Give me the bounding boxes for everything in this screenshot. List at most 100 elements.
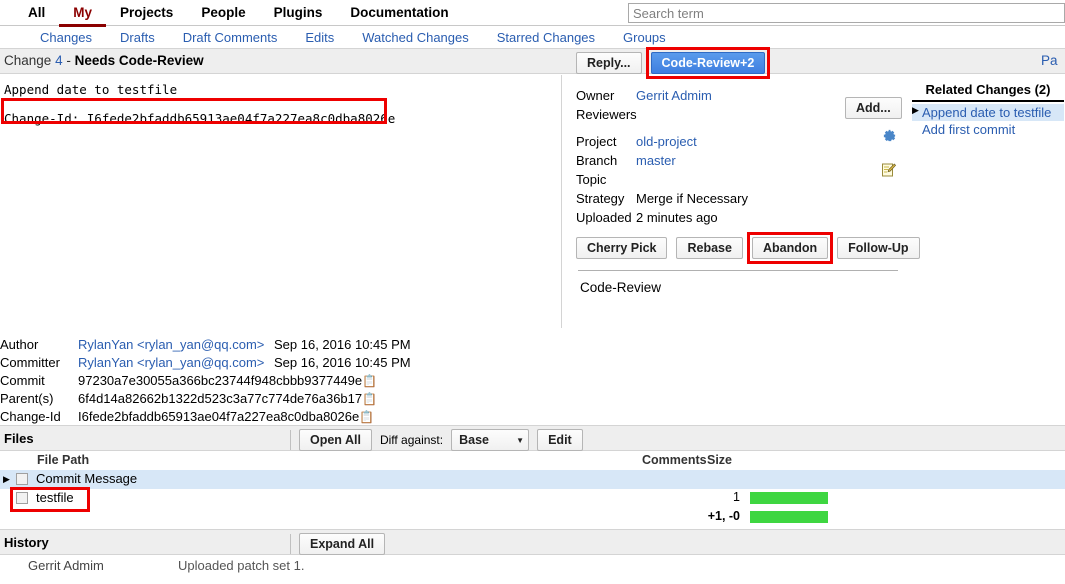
commit-message-change-id: Change-Id: I6fede2bfaddb65913ae04f7a227e… (4, 111, 396, 126)
history-section-bar: History Expand All (0, 529, 1065, 555)
related-changes-title: Related Changes (2) (912, 82, 1064, 102)
code-review-plus2-button[interactable]: Code-Review+2 (650, 52, 766, 74)
file-comments-count: 1 (733, 490, 740, 504)
commit-message-pane: Append date to testfile Change-Id: I6fed… (0, 75, 562, 328)
column-header-comments: Comments (642, 453, 707, 467)
cherry-pick-button[interactable]: Cherry Pick (576, 237, 668, 259)
nav-tab-plugins[interactable]: Plugins (260, 0, 337, 24)
subnav-item-edits[interactable]: Edits (291, 30, 348, 45)
clipboard-icon[interactable]: 📋 (362, 372, 377, 390)
rebase-button[interactable]: Rebase (676, 237, 743, 259)
chevron-down-icon: ▼ (516, 435, 525, 445)
commit-info-table: Author RylanYan <rylan_yan@qq.com> Sep 1… (0, 336, 562, 426)
subnav-item-groups[interactable]: Groups (609, 30, 680, 45)
clipboard-icon[interactable]: 📋 (362, 390, 377, 408)
files-section-bar: Files Open All Diff against: Base ▼ Edit (0, 425, 1065, 451)
labels-divider (578, 270, 898, 271)
info-key-change-id: Change-Id (0, 409, 61, 424)
info-key-commit: Commit (0, 373, 45, 388)
file-path-commit-message[interactable]: Commit Message (36, 471, 137, 486)
meta-value-owner[interactable]: Gerrit Admim (636, 86, 712, 105)
meta-value-uploaded: 2 minutes ago (636, 210, 718, 225)
meta-key-topic: Topic (576, 172, 607, 187)
meta-row-strategy: Strategy Merge if Necessary (576, 189, 906, 208)
edit-button[interactable]: Edit (537, 429, 583, 451)
diff-against-value: Base (459, 433, 489, 447)
nav-tab-documentation[interactable]: Documentation (336, 0, 462, 24)
info-key-author: Author (0, 337, 39, 352)
abandon-button-wrap: Abandon (746, 232, 834, 264)
meta-row-uploaded: Uploaded 2 minutes ago (576, 208, 906, 227)
change-prefix: Change (4, 53, 52, 68)
subnav-item-drafts[interactable]: Drafts (106, 30, 169, 45)
diff-against-select[interactable]: Base ▼ (451, 429, 530, 451)
table-row[interactable]: ▶ Commit Message (0, 470, 1065, 489)
history-entry[interactable]: Gerrit Admim Uploaded patch set 1. (0, 558, 1065, 578)
change-primary-actions: Reply... Code-Review+2 (576, 47, 906, 79)
info-key-committer: Committer (0, 355, 60, 370)
add-reviewer-wrap: Add... (845, 97, 902, 119)
label-code-review: Code-Review (580, 280, 662, 295)
column-header-file-path: File Path (37, 453, 90, 467)
file-checkbox[interactable] (16, 492, 28, 504)
search-box (628, 3, 1065, 23)
reply-button[interactable]: Reply... (576, 52, 642, 74)
expand-all-button[interactable]: Expand All (299, 533, 386, 555)
table-row[interactable]: testfile 1 (0, 489, 1065, 508)
meta-value-strategy: Merge if Necessary (636, 191, 748, 206)
meta-row-topic: Topic (576, 170, 906, 189)
meta-value-project[interactable]: old-project (636, 132, 697, 151)
info-value-commit: 97230a7e30055a366bc23744f948cbbb9377449e (78, 373, 363, 388)
abandon-button[interactable]: Abandon (751, 237, 829, 259)
change-number[interactable]: 4 (55, 53, 63, 68)
info-value-committer[interactable]: RylanYan <rylan_yan@qq.com> (78, 354, 274, 372)
info-row-parents: Parent(s) 6f4d14a82662b1322d523c3a77c774… (0, 390, 562, 408)
gear-icon[interactable] (882, 128, 897, 146)
patch-sets-link[interactable]: Pa (1041, 53, 1063, 68)
top-nav-tabs: All My Projects People Plugins Documenta… (14, 0, 463, 27)
add-reviewer-button[interactable]: Add... (845, 97, 902, 119)
change-status: Needs Code-Review (74, 53, 204, 68)
info-row-change-id: Change-Id I6fede2bfaddb65913ae04f7a227ea… (0, 408, 562, 426)
history-entry-message: Uploaded patch set 1. (178, 558, 305, 573)
meta-key-reviewers: Reviewers (576, 107, 637, 122)
subnav-item-watched-changes[interactable]: Watched Changes (348, 30, 482, 45)
search-input[interactable] (628, 3, 1065, 23)
nav-tab-projects[interactable]: Projects (106, 0, 187, 24)
expand-triangle-icon[interactable]: ▶ (3, 474, 10, 485)
table-row-total: +1, -0 (0, 508, 1065, 527)
subnav-item-changes[interactable]: Changes (26, 30, 106, 45)
file-checkbox[interactable] (16, 473, 28, 485)
meta-key-strategy: Strategy (576, 191, 625, 206)
info-row-commit: Commit 97230a7e30055a366bc23744f948cbbb9… (0, 372, 562, 390)
history-toolbar: Expand All (290, 533, 386, 555)
subnav-item-draft-comments[interactable]: Draft Comments (169, 30, 292, 45)
edit-topic-icon[interactable] (881, 162, 897, 181)
related-change-item[interactable]: Add first commit (912, 121, 1064, 138)
history-entry-author: Gerrit Admim (28, 558, 104, 573)
top-navigation-bar: All My Projects People Plugins Documenta… (0, 0, 1065, 27)
files-section-title: Files (4, 431, 34, 446)
nav-tab-my[interactable]: My (59, 0, 107, 27)
open-all-button[interactable]: Open All (299, 429, 372, 451)
related-change-item-current[interactable]: Append date to testfile (912, 104, 1064, 121)
follow-up-button[interactable]: Follow-Up (837, 237, 920, 259)
toolbar-divider (290, 534, 291, 554)
meta-key-owner: Owner (576, 88, 615, 103)
related-changes-panel: Related Changes (2) Append date to testf… (912, 82, 1064, 138)
sub-navigation-bar: Changes Drafts Draft Comments Edits Watc… (0, 27, 1065, 47)
meta-key-uploaded: Uploaded (576, 210, 632, 225)
change-separator: - (62, 53, 75, 68)
info-row-author: Author RylanYan <rylan_yan@qq.com> Sep 1… (0, 336, 562, 354)
code-review-plus2-wrap: Code-Review+2 (645, 47, 771, 79)
info-date-author: Sep 16, 2016 10:45 PM (274, 337, 411, 352)
nav-tab-all[interactable]: All (14, 0, 59, 24)
subnav-item-starred-changes[interactable]: Starred Changes (483, 30, 609, 45)
total-size-bar (750, 511, 828, 523)
clipboard-icon[interactable]: 📋 (359, 408, 374, 426)
nav-tab-people[interactable]: People (187, 0, 259, 24)
file-path-testfile[interactable]: testfile (36, 490, 74, 505)
info-value-author[interactable]: RylanYan <rylan_yan@qq.com> (78, 336, 274, 354)
files-table-header: File Path Comments Size (0, 452, 1065, 469)
meta-value-branch[interactable]: master (636, 151, 676, 170)
